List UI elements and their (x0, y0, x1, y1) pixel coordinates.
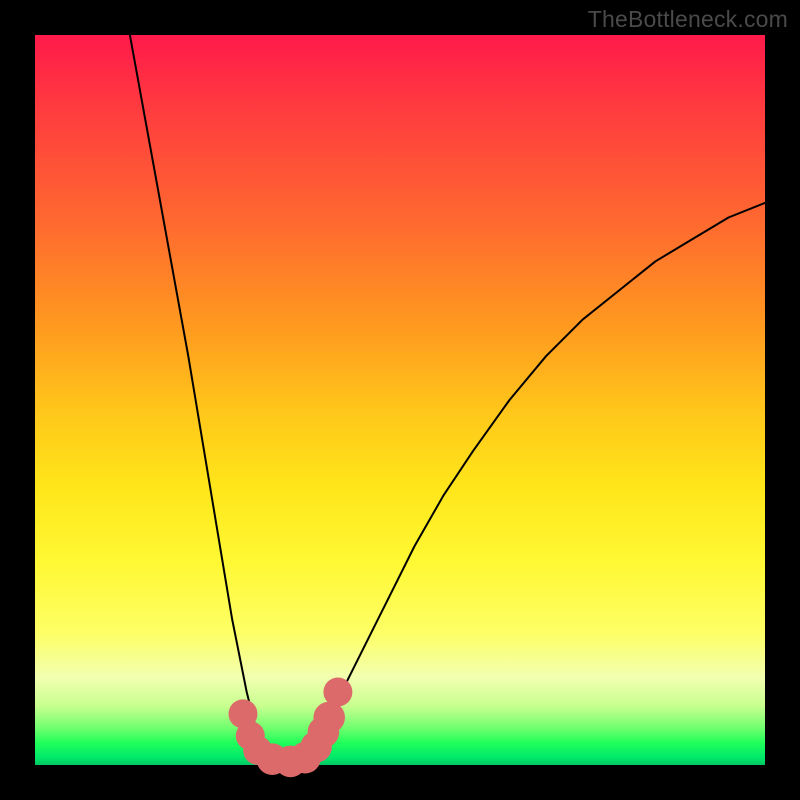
chart-lines (130, 35, 765, 765)
watermark-text: TheBottleneck.com (588, 6, 788, 33)
plot-area (35, 35, 765, 765)
chart-svg (35, 35, 765, 765)
series-left-curve (130, 35, 276, 765)
marker-dot (313, 702, 345, 734)
marker-dot (323, 678, 352, 707)
chart-frame: TheBottleneck.com (0, 0, 800, 800)
series-right-curve (305, 203, 765, 765)
